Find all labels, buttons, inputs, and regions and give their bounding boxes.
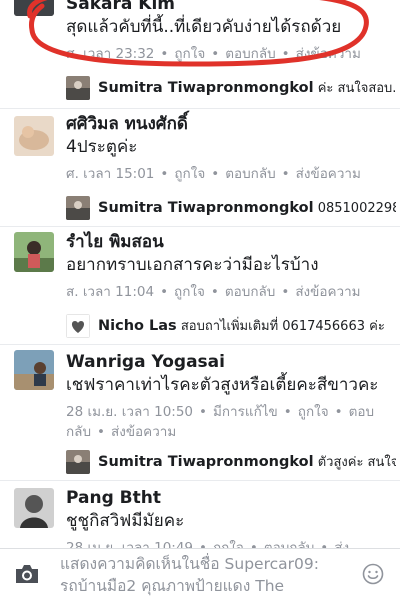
comment-meta-continued: กลับ • ส่งข้อความ <box>66 424 177 440</box>
avatar[interactable] <box>14 232 54 272</box>
divider <box>0 108 400 109</box>
reply-avatar <box>66 76 90 100</box>
like-button[interactable]: ถูกใจ <box>174 46 205 62</box>
avatar[interactable] <box>14 0 54 16</box>
edited-link[interactable]: มีการแก้ไข <box>213 404 278 420</box>
comment-text: อยากทราบเอกสารคะว่ามีอะไรบ้าง <box>66 255 319 275</box>
reply-preview[interactable]: Sumitra Tiwapronmongkol ค่ะ สนใจสอบ... <box>66 74 396 102</box>
avatar[interactable] <box>14 488 54 528</box>
reply-avatar <box>66 314 90 338</box>
reply-text: สอบถาไเพิ่มเติมที่ 0617456663 ค่ะ <box>180 319 385 334</box>
composer-placeholder-line2: รถบ้านมือ2 คุณภาพป้ายแดง The <box>60 577 285 595</box>
reply-text: ค่ะ สนใจสอบ... <box>317 81 396 96</box>
reply-name[interactable]: Nicho Las <box>98 318 177 334</box>
like-button[interactable]: ถูกใจ <box>174 284 205 300</box>
reply-button[interactable]: ตอบกลับ <box>225 284 275 300</box>
reply-avatar <box>66 450 90 474</box>
commenter-name[interactable]: รำไย พิมสอน <box>66 232 392 252</box>
reply-preview[interactable]: Nicho Las สอบถาไเพิ่มเติมที่ 0617456663 … <box>66 312 396 340</box>
comment-text: สุดแล้วคับที่นี้..ที่เดียวคับง่ายได้รถด้… <box>66 17 342 37</box>
reply-avatar <box>66 196 90 220</box>
reply-preview[interactable]: Sumitra Tiwapronmongkol ตัวสูงค่ะ สนใจ..… <box>66 448 396 476</box>
reply-button[interactable]: ตอบ <box>349 404 374 420</box>
divider <box>0 226 400 227</box>
like-button[interactable]: ถูกใจ <box>298 404 329 420</box>
commenter-name[interactable]: ศศิวิมล ทนงศักดิ์ <box>66 114 392 134</box>
message-button[interactable]: ส่ง <box>334 540 349 548</box>
reply-button[interactable]: กลับ <box>66 424 91 440</box>
comment-time[interactable]: ศ. เวลา 15:01 <box>66 166 154 182</box>
message-button[interactable]: ส่งข้อความ <box>296 166 361 182</box>
comment-input[interactable]: แสดงความคิดเห็นในชื่อ Supercar09: รถบ้าน… <box>60 553 350 599</box>
message-button[interactable]: ส่งข้อความ <box>296 46 361 62</box>
divider <box>0 480 400 481</box>
reply-button[interactable]: ตอบกลับ <box>225 46 275 62</box>
comment-meta: 28 เม.ย. เวลา 10:49 • ถูกใจ • ตอบกลับ • ส่ง <box>66 537 392 548</box>
comment-meta: 28 เม.ย. เวลา 10:50 • มีการแก้ไข • ถูกใจ • ตอบ <box>66 404 375 420</box>
avatar[interactable] <box>14 350 54 390</box>
comment-meta: ส. เวลา 11:04 • ถูกใจ • ตอบกลับ • ส่งข้อความ <box>66 284 361 300</box>
avatar[interactable] <box>14 116 54 156</box>
comment-composer[interactable]: แสดงความคิดเห็นในชื่อ Supercar09: รถบ้าน… <box>0 548 400 600</box>
reply-name[interactable]: Sumitra Tiwapronmongkol <box>98 200 314 216</box>
reply-button[interactable]: ตอบกลับ <box>264 540 314 548</box>
commenter-name[interactable]: Pang Btht <box>66 488 392 508</box>
comment-text: เชฟราคาเท่าไรคะตัวสูงหรือเตี้ยคะสีขาวคะ <box>66 375 379 395</box>
comment-text: 4ประตูค่ะ <box>66 137 138 157</box>
reply-name[interactable]: Sumitra Tiwapronmongkol <box>98 80 314 96</box>
camera-icon[interactable] <box>14 563 40 585</box>
message-button[interactable]: ส่งข้อความ <box>295 284 360 300</box>
comment-time[interactable]: 28 เม.ย. เวลา 10:50 <box>66 404 193 420</box>
reply-preview[interactable]: Sumitra Tiwapronmongkol 0851002298... <box>66 194 396 222</box>
like-button[interactable]: ถูกใจ <box>174 166 205 182</box>
reply-text: ตัวสูงค่ะ สนใจ... <box>317 455 396 470</box>
message-button[interactable]: ส่งข้อความ <box>111 424 176 440</box>
reply-text: 0851002298... <box>317 201 396 216</box>
comment-thread: Sakara Kim สุดแล้วคับที่นี้..ที่เดียวคับ… <box>0 0 400 548</box>
comment-time[interactable]: ส. เวลา 11:04 <box>66 284 154 300</box>
divider <box>0 344 400 345</box>
composer-placeholder-line1: แสดงความคิดเห็นในชื่อ Supercar09: <box>60 555 319 573</box>
like-button[interactable]: ถูกใจ <box>213 540 244 548</box>
comment-meta: ศ. เวลา 23:32 • ถูกใจ • ตอบกลับ • ส่งข้อความ <box>66 46 361 62</box>
comment-meta: ศ. เวลา 15:01 • ถูกใจ • ตอบกลับ • ส่งข้อความ <box>66 166 361 182</box>
reply-button[interactable]: ตอบกลับ <box>225 166 275 182</box>
comment-time[interactable]: 28 เม.ย. เวลา 10:49 <box>66 540 193 548</box>
commenter-name[interactable]: Wanriga Yogasai <box>66 352 392 372</box>
comment-text: ชูชูกิสวิฟมีมัยคะ <box>66 511 185 531</box>
comment-time[interactable]: ศ. เวลา 23:32 <box>66 46 154 62</box>
smiley-icon[interactable] <box>362 563 384 585</box>
reply-name[interactable]: Sumitra Tiwapronmongkol <box>98 454 314 470</box>
commenter-name[interactable]: Sakara Kim <box>66 0 392 14</box>
